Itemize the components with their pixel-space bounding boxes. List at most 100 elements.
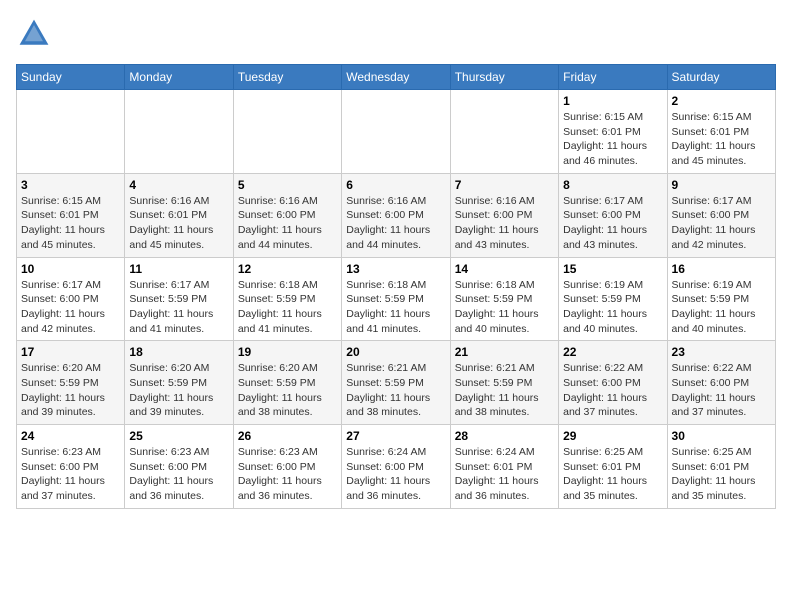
- day-number: 10: [21, 262, 120, 276]
- calendar-day: 6 Sunrise: 6:16 AMSunset: 6:00 PMDaylight…: [342, 173, 450, 257]
- day-info: Sunrise: 6:24 AMSunset: 6:01 PMDaylight:…: [455, 445, 554, 504]
- calendar-day: 11 Sunrise: 6:17 AMSunset: 5:59 PMDayligh…: [125, 257, 233, 341]
- day-info: Sunrise: 6:20 AMSunset: 5:59 PMDaylight:…: [21, 361, 120, 420]
- day-number: 9: [672, 178, 771, 192]
- day-number: 29: [563, 429, 662, 443]
- col-header-monday: Monday: [125, 65, 233, 90]
- calendar-day: 25 Sunrise: 6:23 AMSunset: 6:00 PMDayligh…: [125, 425, 233, 509]
- day-info: Sunrise: 6:24 AMSunset: 6:00 PMDaylight:…: [346, 445, 445, 504]
- day-info: Sunrise: 6:20 AMSunset: 5:59 PMDaylight:…: [238, 361, 337, 420]
- calendar-day: 8 Sunrise: 6:17 AMSunset: 6:00 PMDaylight…: [559, 173, 667, 257]
- calendar-day: 23Sunrise: 6:22 AMSunset: 6:00 PMDayligh…: [667, 341, 775, 425]
- day-info: Sunrise: 6:16 AMSunset: 6:00 PMDaylight:…: [346, 194, 445, 253]
- day-info: Sunrise: 6:17 AMSunset: 6:00 PMDaylight:…: [563, 194, 662, 253]
- day-info: Sunrise: 6:20 AMSunset: 5:59 PMDaylight:…: [129, 361, 228, 420]
- day-info: Sunrise: 6:17 AMSunset: 6:00 PMDaylight:…: [672, 194, 771, 253]
- day-info: Sunrise: 6:15 AMSunset: 6:01 PMDaylight:…: [21, 194, 120, 253]
- calendar-header-row: SundayMondayTuesdayWednesdayThursdayFrid…: [17, 65, 776, 90]
- day-number: 23: [672, 345, 771, 359]
- day-number: 12: [238, 262, 337, 276]
- day-info: Sunrise: 6:21 AMSunset: 5:59 PMDaylight:…: [346, 361, 445, 420]
- day-info: Sunrise: 6:21 AMSunset: 5:59 PMDaylight:…: [455, 361, 554, 420]
- day-number: 19: [238, 345, 337, 359]
- col-header-wednesday: Wednesday: [342, 65, 450, 90]
- day-info: Sunrise: 6:15 AMSunset: 6:01 PMDaylight:…: [672, 110, 771, 169]
- day-number: 17: [21, 345, 120, 359]
- col-header-sunday: Sunday: [17, 65, 125, 90]
- day-number: 3: [21, 178, 120, 192]
- calendar-day: 28 Sunrise: 6:24 AMSunset: 6:01 PMDayligh…: [450, 425, 558, 509]
- col-header-saturday: Saturday: [667, 65, 775, 90]
- calendar-day: 5 Sunrise: 6:16 AMSunset: 6:00 PMDaylight…: [233, 173, 341, 257]
- day-info: Sunrise: 6:25 AMSunset: 6:01 PMDaylight:…: [563, 445, 662, 504]
- day-number: 1: [563, 94, 662, 108]
- day-info: Sunrise: 6:15 AMSunset: 6:01 PMDaylight:…: [563, 110, 662, 169]
- day-number: 27: [346, 429, 445, 443]
- day-number: 20: [346, 345, 445, 359]
- calendar-day: [125, 90, 233, 174]
- day-info: Sunrise: 6:23 AMSunset: 6:00 PMDaylight:…: [129, 445, 228, 504]
- calendar-week-5: 24Sunrise: 6:23 AMSunset: 6:00 PMDayligh…: [17, 425, 776, 509]
- day-info: Sunrise: 6:22 AMSunset: 6:00 PMDaylight:…: [563, 361, 662, 420]
- day-info: Sunrise: 6:23 AMSunset: 6:00 PMDaylight:…: [21, 445, 120, 504]
- calendar-week-2: 3 Sunrise: 6:15 AMSunset: 6:01 PMDaylight…: [17, 173, 776, 257]
- logo: [16, 16, 56, 52]
- calendar-day: 4Sunrise: 6:16 AMSunset: 6:01 PMDaylight…: [125, 173, 233, 257]
- day-number: 7: [455, 178, 554, 192]
- day-number: 25: [129, 429, 228, 443]
- day-number: 4: [129, 178, 228, 192]
- calendar-day: 26 Sunrise: 6:23 AMSunset: 6:00 PMDayligh…: [233, 425, 341, 509]
- calendar-day: 27 Sunrise: 6:24 AMSunset: 6:00 PMDayligh…: [342, 425, 450, 509]
- day-number: 6: [346, 178, 445, 192]
- calendar-day: 17 Sunrise: 6:20 AMSunset: 5:59 PMDayligh…: [17, 341, 125, 425]
- calendar: SundayMondayTuesdayWednesdayThursdayFrid…: [16, 64, 776, 509]
- day-number: 18: [129, 345, 228, 359]
- calendar-day: 10 Sunrise: 6:17 AMSunset: 6:00 PMDayligh…: [17, 257, 125, 341]
- day-number: 8: [563, 178, 662, 192]
- day-info: Sunrise: 6:19 AMSunset: 5:59 PMDaylight:…: [672, 278, 771, 337]
- day-number: 15: [563, 262, 662, 276]
- day-number: 21: [455, 345, 554, 359]
- calendar-week-1: 1 Sunrise: 6:15 AMSunset: 6:01 PMDaylight…: [17, 90, 776, 174]
- day-number: 11: [129, 262, 228, 276]
- day-info: Sunrise: 6:16 AMSunset: 6:00 PMDaylight:…: [455, 194, 554, 253]
- header: [16, 16, 776, 52]
- day-number: 5: [238, 178, 337, 192]
- calendar-day: [233, 90, 341, 174]
- day-info: Sunrise: 6:16 AMSunset: 6:00 PMDaylight:…: [238, 194, 337, 253]
- calendar-day: 1 Sunrise: 6:15 AMSunset: 6:01 PMDaylight…: [559, 90, 667, 174]
- calendar-day: 19 Sunrise: 6:20 AMSunset: 5:59 PMDayligh…: [233, 341, 341, 425]
- day-number: 28: [455, 429, 554, 443]
- day-info: Sunrise: 6:17 AMSunset: 6:00 PMDaylight:…: [21, 278, 120, 337]
- day-number: 26: [238, 429, 337, 443]
- day-number: 22: [563, 345, 662, 359]
- calendar-day: 13 Sunrise: 6:18 AMSunset: 5:59 PMDayligh…: [342, 257, 450, 341]
- day-number: 14: [455, 262, 554, 276]
- day-info: Sunrise: 6:18 AMSunset: 5:59 PMDaylight:…: [238, 278, 337, 337]
- day-number: 13: [346, 262, 445, 276]
- logo-icon: [16, 16, 52, 52]
- calendar-day: [17, 90, 125, 174]
- col-header-friday: Friday: [559, 65, 667, 90]
- calendar-day: 30 Sunrise: 6:25 AMSunset: 6:01 PMDayligh…: [667, 425, 775, 509]
- day-info: Sunrise: 6:25 AMSunset: 6:01 PMDaylight:…: [672, 445, 771, 504]
- day-info: Sunrise: 6:18 AMSunset: 5:59 PMDaylight:…: [346, 278, 445, 337]
- calendar-day: 21 Sunrise: 6:21 AMSunset: 5:59 PMDayligh…: [450, 341, 558, 425]
- day-info: Sunrise: 6:17 AMSunset: 5:59 PMDaylight:…: [129, 278, 228, 337]
- calendar-day: [342, 90, 450, 174]
- col-header-tuesday: Tuesday: [233, 65, 341, 90]
- calendar-day: 22 Sunrise: 6:22 AMSunset: 6:00 PMDayligh…: [559, 341, 667, 425]
- calendar-week-4: 17 Sunrise: 6:20 AMSunset: 5:59 PMDayligh…: [17, 341, 776, 425]
- col-header-thursday: Thursday: [450, 65, 558, 90]
- calendar-day: 29 Sunrise: 6:25 AMSunset: 6:01 PMDayligh…: [559, 425, 667, 509]
- day-number: 2: [672, 94, 771, 108]
- calendar-day: [450, 90, 558, 174]
- calendar-week-3: 10 Sunrise: 6:17 AMSunset: 6:00 PMDayligh…: [17, 257, 776, 341]
- calendar-day: 16 Sunrise: 6:19 AMSunset: 5:59 PMDayligh…: [667, 257, 775, 341]
- day-number: 16: [672, 262, 771, 276]
- calendar-day: 20 Sunrise: 6:21 AMSunset: 5:59 PMDayligh…: [342, 341, 450, 425]
- calendar-day: 24Sunrise: 6:23 AMSunset: 6:00 PMDayligh…: [17, 425, 125, 509]
- day-info: Sunrise: 6:18 AMSunset: 5:59 PMDaylight:…: [455, 278, 554, 337]
- day-info: Sunrise: 6:23 AMSunset: 6:00 PMDaylight:…: [238, 445, 337, 504]
- day-number: 30: [672, 429, 771, 443]
